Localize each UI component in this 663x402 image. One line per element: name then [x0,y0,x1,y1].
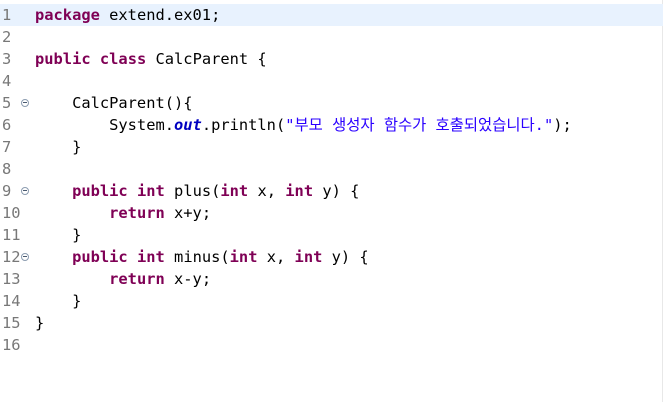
fold-collapse-icon[interactable] [21,253,29,261]
string-literal: "부모 생성자 함수가 호출되었습니다." [285,116,554,134]
code-editor[interactable]: 1 package extend.ex01; 2 3 public class … [0,0,663,402]
code-text: public int plus(int x, int y) { [35,180,359,202]
method-name: minus( [164,248,230,266]
line-number: 2 [2,28,12,46]
code-line-2[interactable]: 2 [0,26,663,48]
code-text: } [35,226,82,244]
line-number: 1 [2,6,12,24]
code-line-13[interactable]: 13 return x-y; [0,268,663,290]
line-number: 15 [2,314,21,332]
keyword-public: public [72,248,128,266]
keyword-int: int [220,182,249,200]
code-lines: 1 package extend.ex01; 2 3 public class … [0,4,663,356]
line-number: 11 [2,226,21,244]
code-text: return x+y; [35,202,211,224]
code-text: System.out.println("부모 생성자 함수가 호출되었습니다."… [35,114,572,136]
line-number: 4 [2,72,12,90]
line-number: 10 [2,204,21,222]
param-x: x, [248,182,286,200]
class-declaration: CalcParent { [146,50,267,68]
code-line-8[interactable]: 8 [0,158,663,180]
keyword-public: public [35,50,91,68]
line-number: 3 [2,50,12,68]
line-number: 13 [2,270,21,288]
return-expression: x-y; [164,270,212,288]
param-y: y) { [322,248,369,266]
code-text: public class CalcParent { [35,48,267,70]
keyword-class: class [99,50,147,68]
fold-collapse-icon[interactable] [21,99,29,107]
static-field-out: out [174,116,202,134]
code-line-11[interactable]: 11 } [0,224,663,246]
keyword-int: int [229,248,258,266]
keyword-package: package [35,6,100,24]
code-text: package extend.ex01; [35,4,220,26]
code-line-4[interactable]: 4 [0,70,663,92]
code-line-16[interactable]: 16 [0,334,663,356]
code-line-3[interactable]: 3 public class CalcParent { [0,48,663,70]
param-y: y) { [313,182,360,200]
code-text: } [35,314,45,332]
code-text: public int minus(int x, int y) { [35,246,369,268]
println-call: .println( [201,116,286,134]
code-line-6[interactable]: 6 System.out.println("부모 생성자 함수가 호출되었습니다… [0,114,663,136]
code-text: } [35,292,82,310]
keyword-return: return [109,270,165,288]
call-close: ); [553,116,572,134]
code-text: return x-y; [35,268,211,290]
code-line-12[interactable]: 12 public int minus(int x, int y) { [0,246,663,268]
keyword-int: int [136,248,165,266]
code-text: } [35,138,82,156]
code-line-5[interactable]: 5 CalcParent(){ [0,92,663,114]
package-name: extend.ex01; [99,6,221,24]
code-line-1[interactable]: 1 package extend.ex01; [0,4,663,26]
code-line-15[interactable]: 15 } [0,312,663,334]
line-number: 8 [2,160,12,178]
keyword-return: return [109,204,165,222]
code-line-9[interactable]: 9 public int plus(int x, int y) { [0,180,663,202]
code-line-7[interactable]: 7 } [0,136,663,158]
return-expression: x+y; [164,204,212,222]
system-ref: System. [35,116,174,134]
keyword-int: int [136,182,165,200]
keyword-int: int [285,182,314,200]
keyword-int: int [294,248,323,266]
line-number: 14 [2,292,21,310]
code-line-10[interactable]: 10 return x+y; [0,202,663,224]
line-number: 7 [2,138,12,156]
keyword-public: public [72,182,128,200]
param-x: x, [257,248,295,266]
method-name: plus( [164,182,221,200]
code-line-14[interactable]: 14 } [0,290,663,312]
line-number: 6 [2,116,12,134]
code-text: CalcParent(){ [35,94,193,112]
fold-collapse-icon[interactable] [21,187,29,195]
line-number: 16 [2,336,21,354]
